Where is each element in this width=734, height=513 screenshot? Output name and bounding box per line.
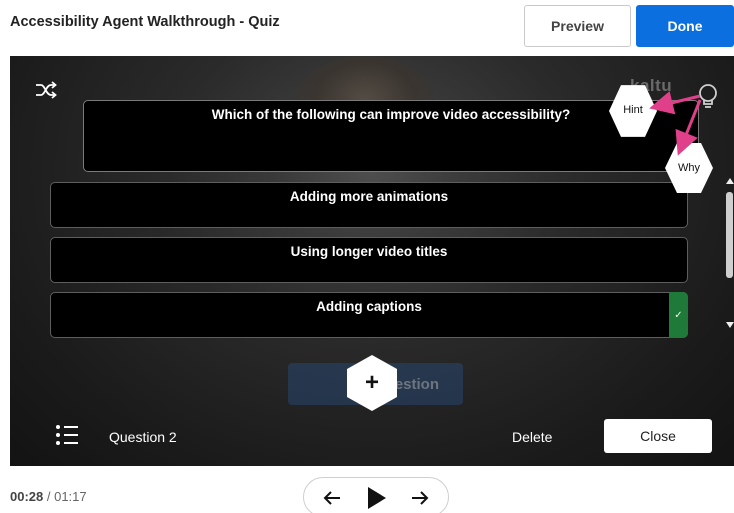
add-icon: + bbox=[364, 369, 379, 396]
answer-text: Adding captions bbox=[316, 299, 422, 314]
page-title: Accessibility Agent Walkthrough - Quiz bbox=[10, 14, 280, 30]
list-icon[interactable] bbox=[54, 422, 80, 448]
delete-button[interactable]: Delete bbox=[512, 429, 552, 445]
current-time: 00:28 bbox=[10, 489, 44, 504]
playback-controls bbox=[303, 477, 449, 513]
hint-label: Hint bbox=[623, 104, 643, 116]
answer-option-1[interactable]: Adding more animations bbox=[50, 182, 688, 228]
scroll-thumb[interactable] bbox=[726, 192, 733, 278]
scroll-down-arrow[interactable] bbox=[726, 322, 734, 328]
answer-text: Adding more animations bbox=[289, 189, 449, 204]
check-icon: ✓ bbox=[674, 309, 683, 321]
shuffle-icon[interactable] bbox=[34, 80, 58, 100]
preview-button[interactable]: Preview bbox=[524, 5, 631, 47]
time-separator: / bbox=[43, 489, 55, 504]
question-text: Which of the following can improve video… bbox=[211, 107, 571, 122]
lightbulb-icon[interactable] bbox=[694, 82, 722, 114]
scroll-up-arrow[interactable] bbox=[726, 178, 734, 184]
correct-answer-marker[interactable]: ✓ bbox=[669, 292, 688, 338]
next-button[interactable] bbox=[408, 486, 432, 510]
answer-option-3[interactable]: Adding captions ✓ bbox=[50, 292, 688, 338]
play-button[interactable] bbox=[364, 486, 388, 510]
answer-option-2[interactable]: Using longer video titles bbox=[50, 237, 688, 283]
playback-time: 00:28 / 01:17 bbox=[10, 489, 87, 504]
total-time: 01:17 bbox=[54, 489, 87, 504]
video-player: kaltu uestion Which of the following can… bbox=[10, 56, 734, 466]
close-button[interactable]: Close bbox=[604, 419, 712, 453]
question-number: Question 2 bbox=[109, 429, 177, 445]
play-icon bbox=[368, 487, 386, 509]
previous-button[interactable] bbox=[320, 486, 344, 510]
question-box[interactable]: Which of the following can improve video… bbox=[83, 100, 699, 172]
arrow-left-icon bbox=[323, 491, 340, 505]
answers-scrollbar[interactable] bbox=[725, 178, 734, 328]
answer-text: Using longer video titles bbox=[290, 244, 448, 259]
done-button[interactable]: Done bbox=[636, 5, 734, 47]
arrow-right-icon bbox=[412, 491, 429, 505]
why-label: Why bbox=[678, 162, 700, 174]
